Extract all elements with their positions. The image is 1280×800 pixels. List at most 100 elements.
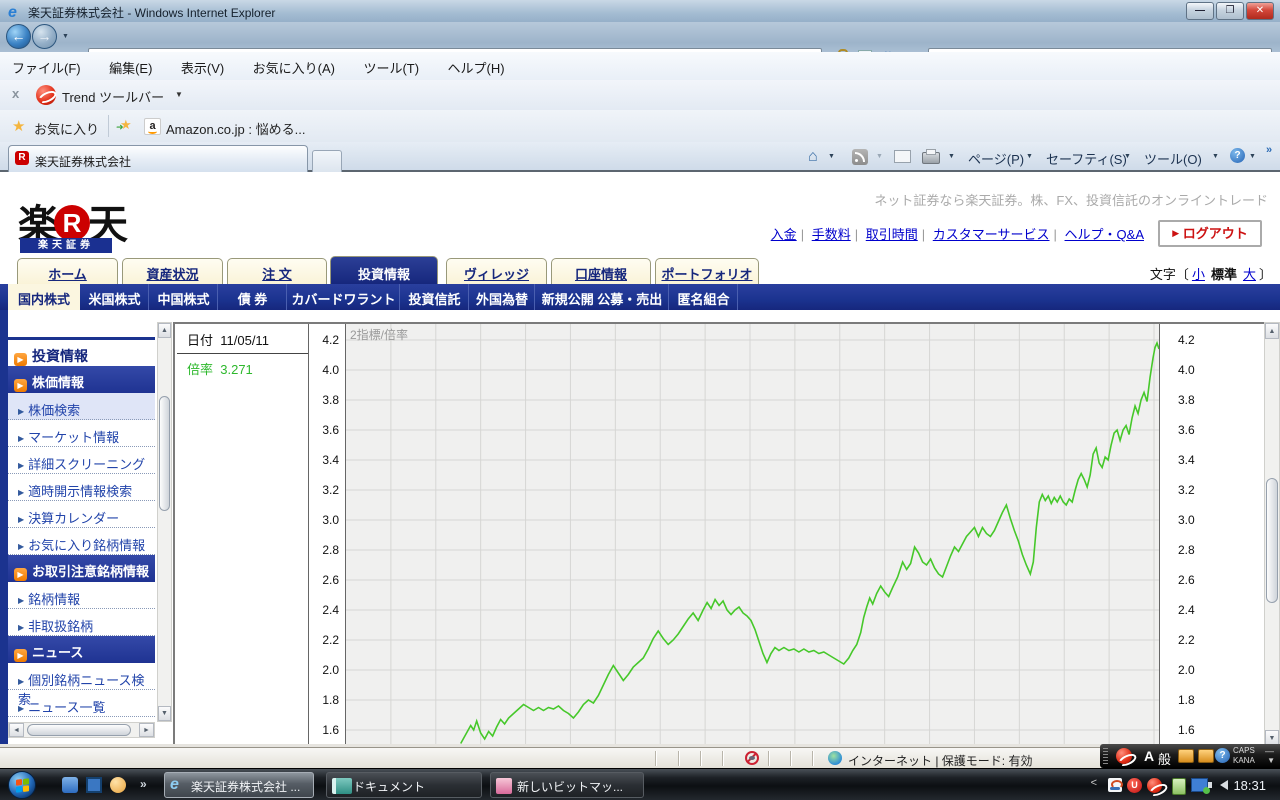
subtab-anonymous-partnership[interactable]: 匿名組合 — [670, 284, 738, 310]
back-button[interactable]: ← — [6, 24, 31, 49]
tab-home[interactable]: ホーム — [17, 258, 118, 284]
sidebar-item-favorite-stocks[interactable]: ▶お気に入り銘柄情報 — [8, 528, 155, 555]
page-dropdown-icon[interactable]: ▼ — [1026, 153, 1033, 160]
scroll-down-icon[interactable]: ▼ — [158, 706, 171, 721]
history-dropdown-icon[interactable]: ▼ — [62, 33, 69, 40]
ime-minimize-icon[interactable]: — — [1265, 746, 1274, 756]
add-favorite-icon[interactable]: ★➜ — [120, 117, 132, 133]
volume-icon[interactable] — [1220, 780, 1228, 790]
sidebar-item-stock-search[interactable]: ▶株価検索 — [8, 393, 155, 420]
menu-view[interactable]: 表示(V) — [169, 52, 236, 77]
close-button[interactable]: ✕ — [1246, 2, 1274, 20]
scroll-up-icon[interactable]: ▲ — [1265, 323, 1279, 339]
ime-kana-indicator[interactable]: KANA — [1233, 756, 1255, 765]
subtab-domestic-stocks[interactable]: 国内株式 — [8, 284, 80, 310]
scrollbar-thumb[interactable] — [159, 396, 170, 511]
sidebar-item-non-handled-stocks[interactable]: ▶非取扱銘柄 — [8, 609, 155, 636]
trend-toolbar-label[interactable]: Trend ツールバー — [62, 87, 164, 106]
sidebar-scrollbar[interactable]: ▲ ▼ — [157, 322, 172, 722]
home-icon[interactable]: ⌂ — [808, 148, 818, 166]
taskbar-window-documents[interactable]: ドキュメント — [326, 772, 482, 798]
subtab-us-stocks[interactable]: 米国株式 — [81, 284, 149, 310]
subtab-ipo[interactable]: 新規公開 公募・売出 — [536, 284, 669, 310]
subtab-covered-warrants[interactable]: カバードワラント — [288, 284, 400, 310]
link-trading-hours[interactable]: 取引時間 — [866, 227, 918, 242]
u-tray-icon[interactable]: U — [1127, 778, 1142, 793]
trend-micro-tray-icon[interactable] — [1116, 748, 1132, 764]
menu-help[interactable]: ヘルプ(H) — [436, 52, 517, 77]
sidebar-section-stock-price-info[interactable]: ▶株価情報 — [8, 366, 155, 393]
ime-conversion-mode[interactable]: 般 — [1158, 749, 1171, 768]
tab-account-info[interactable]: 口座情報 — [551, 258, 651, 284]
tab-orders[interactable]: 注 文 — [227, 258, 327, 284]
rss-feed-icon[interactable] — [852, 149, 868, 165]
ime-language-bar[interactable]: A 般 ? CAPS KANA — ▼ — [1100, 744, 1280, 768]
menu-favorites[interactable]: お気に入り(A) — [241, 52, 347, 77]
help-icon[interactable]: ? — [1230, 148, 1245, 163]
java-tray-icon[interactable] — [1108, 778, 1122, 792]
tab-assets[interactable]: 資産状況 — [122, 258, 223, 284]
tools-dropdown-icon[interactable]: ▼ — [1212, 153, 1219, 160]
tab-portfolio[interactable]: ポートフォリオ — [655, 258, 759, 284]
sidebar-item-disclosure-search[interactable]: ▶適時開示情報検索 — [8, 474, 155, 501]
page-scrollbar[interactable]: ▲ ▼ — [1264, 322, 1280, 747]
sidebar-item-earnings-calendar[interactable]: ▶決算カレンダー — [8, 501, 155, 528]
toolbar-close-icon[interactable]: x — [12, 86, 19, 101]
mail-icon[interactable] — [894, 150, 911, 163]
favorites-button[interactable]: お気に入り — [34, 119, 99, 138]
font-size-large[interactable]: 大 — [1243, 267, 1256, 282]
home-dropdown-icon[interactable]: ▼ — [828, 153, 835, 160]
tab-village[interactable]: ヴィレッジ — [446, 258, 547, 284]
font-size-small[interactable]: 小 — [1192, 267, 1205, 282]
scrollbar-thumb[interactable] — [27, 724, 131, 736]
network-icon[interactable] — [1191, 778, 1208, 792]
sidebar-item-screening[interactable]: ▶詳細スクリーニング — [8, 447, 155, 474]
tab-investment-info[interactable]: 投資情報 — [330, 256, 438, 284]
maximize-button[interactable]: ❐ — [1216, 2, 1244, 20]
subtab-forex[interactable]: 外国為替 — [470, 284, 535, 310]
browser-tab[interactable]: R 楽天証券株式会社 — [8, 145, 308, 172]
subtab-bonds[interactable]: 債 券 — [219, 284, 287, 310]
sidebar-section-caution-stocks[interactable]: ▶お取引注意銘柄情報 — [8, 555, 155, 582]
menu-edit[interactable]: 編集(E) — [97, 52, 164, 77]
safety-menu[interactable]: セーフティ(S) — [1046, 149, 1127, 168]
subtab-investment-trusts[interactable]: 投資信託 — [401, 284, 469, 310]
ratio-line-chart[interactable] — [346, 324, 1159, 744]
scroll-left-icon[interactable]: ◄ — [9, 723, 24, 737]
chart-plot-area[interactable]: 2指標/倍率 — [345, 324, 1160, 744]
drag-handle[interactable] — [1103, 748, 1108, 764]
minimize-button[interactable]: — — [1186, 2, 1214, 20]
sidebar-item-stock-info[interactable]: ▶銘柄情報 — [8, 582, 155, 609]
sidebar-root-investment-info[interactable]: ▶投資情報 — [8, 337, 155, 366]
logout-button[interactable]: ▶ ログアウト — [1158, 220, 1262, 247]
taskbar-clock[interactable]: 18:31 — [1233, 778, 1266, 793]
link-customer-service[interactable]: カスタマーサービス — [933, 227, 1050, 242]
sidebar-item-stock-news-search[interactable]: ▶個別銘柄ニュース検索 — [8, 663, 155, 690]
page-menu[interactable]: ページ(P) — [968, 149, 1024, 168]
scrollbar-thumb[interactable] — [1266, 478, 1278, 603]
menu-tools[interactable]: ツール(T) — [351, 52, 431, 77]
inprivate-filter-icon[interactable] — [745, 751, 759, 765]
link-fees[interactable]: 手数料 — [812, 227, 851, 242]
tools-menu[interactable]: ツール(O) — [1144, 149, 1202, 168]
link-deposit[interactable]: 入金 — [771, 227, 797, 242]
link-help-qa[interactable]: ヘルプ・Q&A — [1065, 227, 1144, 242]
sidebar-section-news[interactable]: ▶ニュース — [8, 636, 155, 663]
show-desktop-icon[interactable] — [86, 777, 102, 793]
start-button[interactable] — [8, 771, 36, 799]
ime-toolbox-icon[interactable] — [1178, 749, 1194, 763]
taskbar-window-bitmap[interactable]: 新しいビットマッ... — [490, 772, 644, 798]
help-dropdown-icon[interactable]: ▼ — [1249, 153, 1256, 160]
quick-launch-switcher-icon[interactable] — [62, 777, 78, 793]
power-plug-icon[interactable] — [1172, 778, 1186, 795]
print-icon[interactable] — [922, 152, 940, 164]
ime-options-icon[interactable]: ▼ — [1267, 756, 1275, 765]
menu-file[interactable]: ファイル(F) — [0, 52, 93, 77]
rakuten-securities-logo[interactable]: 楽R天 楽天証券 — [18, 192, 126, 250]
feed-dropdown-icon[interactable]: ▼ — [876, 153, 883, 160]
ime-help-icon[interactable]: ? — [1215, 748, 1230, 763]
safety-dropdown-icon[interactable]: ▼ — [1124, 153, 1131, 160]
trend-dropdown-icon[interactable]: ▼ — [175, 90, 183, 99]
quick-launch-overflow-icon[interactable]: » — [140, 777, 147, 791]
font-size-normal[interactable]: 標準 — [1211, 267, 1237, 282]
